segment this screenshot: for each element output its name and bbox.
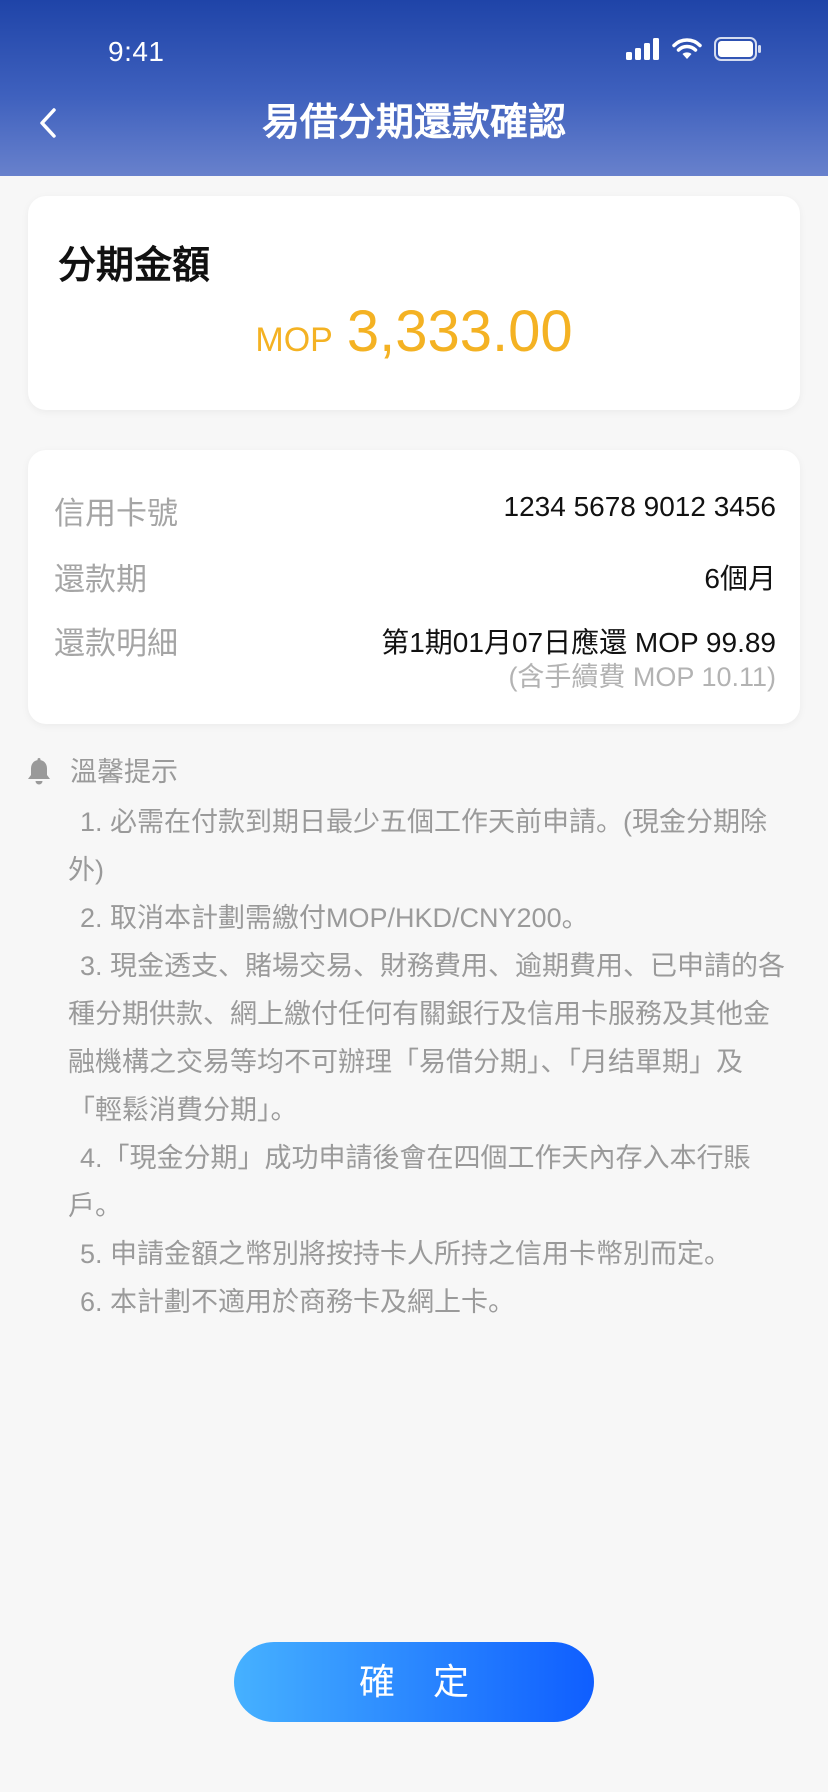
status-time: 9:41 (108, 36, 165, 67)
repayment-period-value: 6個月 (704, 563, 776, 594)
tip-item-2: 2. 取消本計劃需繳付MOP/HKD/CNY200。 (80, 903, 589, 933)
amount-card: 分期金額 MOP 3,333.00 (28, 196, 800, 410)
signal-icon (626, 37, 660, 65)
tips-list: 1. 必需在付款到期日最少五個工作天前申請。(現金分期除外) 2. 取消本計劃需… (24, 798, 794, 1326)
amount-label: 分期金額 (58, 245, 211, 287)
page-title: 易借分期還款確認 (261, 102, 566, 144)
tips-section: 溫馨提示 1. 必需在付款到期日最少五個工作天前申請。(現金分期除外) 2. 取… (24, 752, 794, 1326)
card-number-label: 信用卡號 (54, 496, 178, 531)
detail-card: 信用卡號 1234 5678 9012 3456 還款期 6個月 還款明細 第1… (28, 450, 800, 724)
tip-item-6: 6. 本計劃不適用於商務卡及網上卡。 (80, 1287, 516, 1317)
status-icons (626, 36, 762, 66)
tip-item-3: 3. 現金透支、賭場交易、財務費用、逾期費用、已申請的各種分期供款、網上繳付任何… (68, 951, 786, 1125)
amount-row: MOP 3,333.00 (28, 298, 800, 365)
wifi-icon (672, 37, 702, 65)
card-number-value: 1234 5678 9012 3456 (503, 491, 777, 522)
tip-item-5: 5. 申請金額之幣別將按持卡人所持之信用卡幣別而定。 (80, 1239, 732, 1269)
amount-value: 3,333.00 (346, 299, 573, 364)
tips-title: 溫馨提示 (70, 757, 178, 787)
battery-icon (714, 36, 762, 66)
repayment-period-label: 還款期 (54, 562, 147, 597)
repayment-detail-label: 還款明細 (54, 626, 178, 661)
tips-header: 溫馨提示 (24, 752, 794, 792)
tip-item-4: 4.「現金分期」成功申請後會在四個工作天內存入本行賬戶。 (68, 1143, 751, 1221)
repayment-fee-note: (含手續費 MOP 10.11) (508, 662, 776, 692)
app-header: 9:41 易借分期還款確認 (0, 0, 828, 176)
tip-item-1: 1. 必需在付款到期日最少五個工作天前申請。(現金分期除外) (68, 807, 768, 885)
amount-currency: MOP (255, 321, 333, 359)
confirm-button[interactable]: 確 定 (234, 1642, 594, 1722)
bell-icon (24, 757, 54, 787)
confirm-button-label: 確 定 (358, 1661, 483, 1702)
